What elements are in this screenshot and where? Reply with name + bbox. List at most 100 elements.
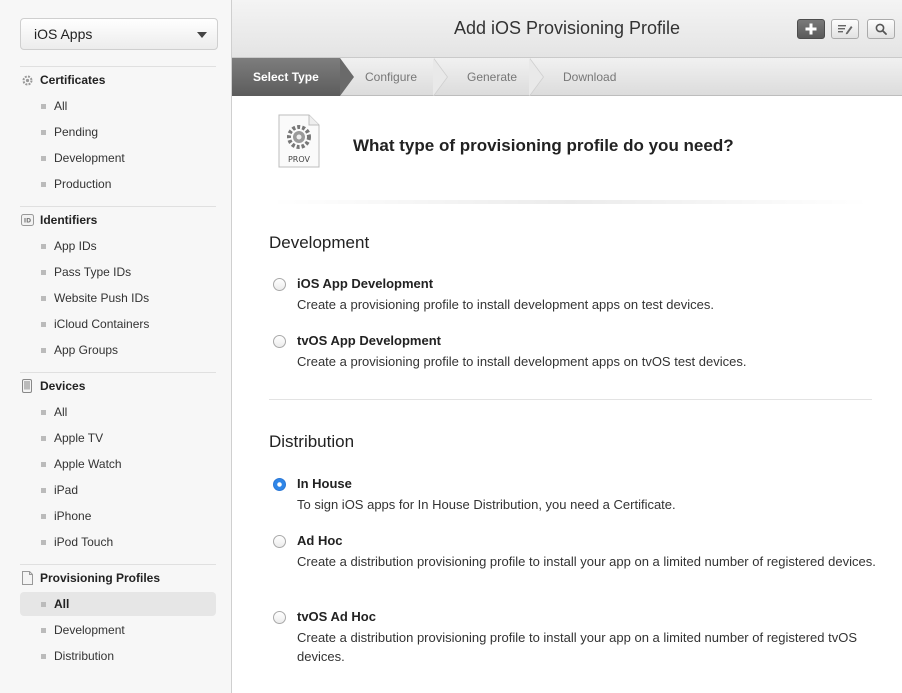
prov-icon-label: PROV (287, 155, 310, 164)
document-icon (20, 571, 34, 585)
group-divider (269, 399, 872, 400)
sidebar-item-pass-type-ids[interactable]: Pass Type IDs (20, 260, 216, 284)
wizard-steps: Select Type Configure Generate Download (232, 58, 902, 96)
sidebar-item-ipod-touch[interactable]: iPod Touch (20, 530, 216, 554)
edit-button[interactable] (831, 19, 859, 39)
sidebar-item-label: Pass Type IDs (54, 265, 132, 279)
step-separator (529, 58, 543, 96)
sidebar-item-certificates-pending[interactable]: Pending (20, 120, 216, 144)
sidebar-item-label: Production (54, 177, 112, 191)
bullet-icon (41, 513, 46, 519)
sidebar-item-label: App Groups (54, 343, 119, 357)
step-download: Download (563, 70, 617, 84)
sidebar-item-label: All (54, 597, 70, 611)
sidebar-item-profiles-all[interactable]: All (20, 592, 216, 616)
bullet-icon (41, 243, 46, 249)
add-icon (805, 23, 817, 35)
group-title-distribution: Distribution (269, 432, 355, 451)
bullet-icon (41, 409, 46, 415)
bullet-icon (41, 539, 46, 545)
sidebar-item-apple-tv[interactable]: Apple TV (20, 426, 216, 450)
section-devices: Devices (20, 376, 85, 396)
search-icon (875, 23, 887, 35)
step-separator (433, 58, 447, 96)
section-title: Provisioning Profiles (40, 571, 161, 585)
radio-tvos-app-development[interactable] (273, 335, 286, 348)
sidebar-item-label: All (54, 405, 68, 419)
certificate-gear-icon (20, 73, 34, 87)
radio-ios-app-development[interactable] (273, 278, 286, 291)
device-icon (20, 379, 34, 393)
sidebar-item-app-ids[interactable]: App IDs (20, 234, 216, 258)
bullet-icon (41, 129, 46, 135)
profile-type-question: What type of provisioning profile do you… (353, 136, 734, 155)
sidebar-item-label: Pending (54, 125, 99, 139)
bullet-icon (41, 461, 46, 467)
section-identifiers: ID Identifiers (20, 210, 97, 230)
group-title-development: Development (269, 233, 370, 252)
option-description: Create a distribution provisioning profi… (297, 630, 858, 664)
sidebar-item-apple-watch[interactable]: Apple Watch (20, 452, 216, 476)
search-button[interactable] (867, 19, 895, 39)
section-certificates: Certificates (20, 70, 105, 90)
sidebar-item-devices-all[interactable]: All (20, 400, 216, 424)
sidebar-item-label: Development (54, 151, 125, 165)
chevron-down-icon (197, 32, 207, 38)
sidebar-item-label: Website Push IDs (54, 291, 150, 305)
provisioning-profile-icon: PROV (277, 113, 321, 169)
sidebar-item-label: iPad (54, 483, 79, 497)
sidebar-item-certificates-production[interactable]: Production (20, 172, 216, 196)
sidebar-divider (20, 66, 216, 67)
sidebar: iOS Apps Certificates All Pending Develo… (0, 0, 232, 693)
app-type-select[interactable]: iOS Apps (20, 18, 218, 50)
sidebar-item-label: All (54, 99, 68, 113)
option-title: Ad Hoc (297, 533, 343, 548)
step-select-type: Select Type (232, 58, 340, 96)
section-provisioning-profiles: Provisioning Profiles (20, 568, 160, 588)
radio-ad-hoc[interactable] (273, 535, 286, 548)
edit-icon (838, 25, 853, 35)
section-title: Certificates (40, 73, 106, 87)
bullet-icon (41, 627, 46, 633)
bullet-icon (41, 269, 46, 275)
sidebar-item-website-push-ids[interactable]: Website Push IDs (20, 286, 216, 310)
add-button[interactable] (797, 19, 825, 39)
radio-tvos-ad-hoc[interactable] (273, 611, 286, 624)
sidebar-item-certificates-development[interactable]: Development (20, 146, 216, 170)
option-title: tvOS Ad Hoc (297, 609, 376, 624)
section-title: Identifiers (40, 213, 98, 227)
bullet-icon (41, 601, 46, 607)
radio-in-house[interactable] (273, 478, 286, 491)
page-header: Add iOS Provisioning Profile (232, 0, 902, 58)
sidebar-item-ipad[interactable]: iPad (20, 478, 216, 502)
sidebar-item-profiles-distribution[interactable]: Distribution (20, 644, 216, 668)
bullet-icon (41, 103, 46, 109)
sidebar-item-label: Distribution (54, 649, 115, 663)
id-badge-icon: ID (20, 213, 34, 227)
option-title: tvOS App Development (297, 333, 441, 348)
app-type-select-label: iOS Apps (34, 26, 93, 42)
svg-text:ID: ID (23, 218, 30, 225)
sidebar-item-profiles-development[interactable]: Development (20, 618, 216, 642)
option-description: Create a provisioning profile to install… (297, 297, 714, 312)
sidebar-item-label: Development (54, 623, 125, 637)
sidebar-item-label: iCloud Containers (54, 317, 150, 331)
bullet-icon (41, 435, 46, 441)
sidebar-item-app-groups[interactable]: App Groups (20, 338, 216, 362)
sidebar-item-iphone[interactable]: iPhone (20, 504, 216, 528)
sidebar-item-icloud-containers[interactable]: iCloud Containers (20, 312, 216, 336)
sidebar-item-label: App IDs (54, 239, 97, 253)
bullet-icon (41, 155, 46, 161)
sidebar-item-certificates-all[interactable]: All (20, 94, 216, 118)
option-description: Create a provisioning profile to install… (297, 354, 747, 369)
main-content: PROV What type of provisioning profile d… (232, 96, 902, 693)
bullet-icon (41, 295, 46, 301)
option-description: Create a distribution provisioning profi… (297, 554, 876, 569)
bullet-icon (41, 181, 46, 187)
bullet-icon (41, 321, 46, 327)
bullet-icon (41, 487, 46, 493)
sidebar-divider (20, 564, 216, 565)
sidebar-item-label: Apple Watch (54, 457, 122, 471)
option-description: To sign iOS apps for In House Distributi… (297, 497, 676, 512)
sidebar-item-label: iPhone (54, 509, 92, 523)
